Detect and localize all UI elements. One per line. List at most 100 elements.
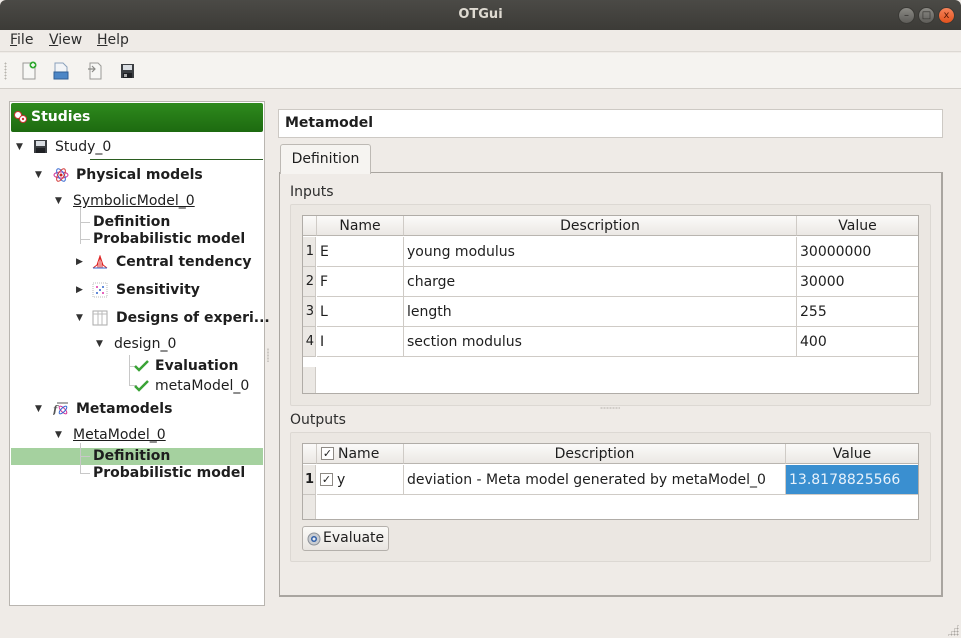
output-checkbox[interactable]: ✓ xyxy=(320,472,333,486)
menu-view[interactable]: View xyxy=(49,32,82,48)
new-document-icon xyxy=(22,61,37,80)
expand-arrow-icon[interactable]: ▼ xyxy=(16,137,23,157)
inputs-empty-rowhdr xyxy=(303,367,316,393)
section-splitter-handle[interactable] xyxy=(600,407,620,409)
outputs-col-name-label: Name xyxy=(338,446,380,462)
expand-arrow-icon[interactable]: ▼ xyxy=(55,425,62,445)
metamodel-icon: f xyxy=(53,402,68,416)
input-description-cell[interactable]: charge xyxy=(404,267,797,297)
panel-splitter-handle[interactable] xyxy=(267,348,269,362)
tree-line xyxy=(80,473,90,474)
output-name-cell[interactable]: ✓ y xyxy=(317,465,404,495)
study-label: Study_0 xyxy=(55,139,112,155)
studies-icon xyxy=(14,111,27,123)
input-name-cell[interactable]: F xyxy=(317,267,404,297)
inputs-col-description[interactable]: Description xyxy=(404,216,797,236)
import-document-icon xyxy=(88,62,102,80)
evaluation-label: Evaluation xyxy=(155,358,239,374)
row-index: 2 xyxy=(303,267,316,297)
close-button[interactable]: x xyxy=(938,7,955,24)
expand-arrow-icon[interactable]: ▼ xyxy=(35,165,42,185)
study-separator xyxy=(90,159,263,160)
expand-arrow-icon[interactable]: ▼ xyxy=(55,191,62,211)
minimize-button[interactable]: – xyxy=(898,7,915,24)
metamodels-label: Metamodels xyxy=(76,401,173,417)
output-value-cell[interactable]: 13.8178825566 xyxy=(786,465,918,495)
inputs-col-value[interactable]: Value xyxy=(797,216,918,236)
tree-item-symbolic-probabilistic[interactable]: Probabilistic model xyxy=(93,229,245,249)
open-study-button[interactable] xyxy=(49,59,73,83)
inputs-col-name[interactable]: Name xyxy=(317,216,404,236)
outputs-col-description[interactable]: Description xyxy=(404,444,786,464)
expand-arrow-icon[interactable]: ▼ xyxy=(76,308,83,328)
studies-header-label: Studies xyxy=(31,109,91,125)
row-index: 3 xyxy=(303,297,316,327)
menu-file-label: ile xyxy=(17,32,34,48)
outputs-corner-header xyxy=(303,444,317,464)
save-icon xyxy=(121,64,134,78)
import-python-button[interactable] xyxy=(83,59,107,83)
tab-definition[interactable]: Definition xyxy=(280,144,371,174)
maximize-button[interactable]: □ xyxy=(918,7,935,24)
tree-line xyxy=(80,222,90,223)
menu-help[interactable]: Help xyxy=(97,32,129,48)
outputs-empty-rowhdr xyxy=(303,495,316,519)
symbolic-probabilistic-label: Probabilistic model xyxy=(93,231,246,247)
input-name-cell[interactable]: L xyxy=(317,297,404,327)
outputs-table: ✓ Name Description Value 1 ✓ y deviation -… xyxy=(302,443,919,520)
metamodel-probabilistic-label: Probabilistic model xyxy=(93,465,246,481)
metamodel-definition-label: Definition xyxy=(93,448,171,464)
input-description-cell[interactable]: section modulus xyxy=(404,327,797,357)
save-study-button[interactable] xyxy=(115,59,139,83)
symbolic-definition-label: Definition xyxy=(93,214,171,230)
tree-item-metamodel-probabilistic[interactable]: Probabilistic model xyxy=(93,463,245,483)
expand-arrow-icon[interactable]: ▼ xyxy=(96,334,103,354)
input-value-cell[interactable]: 255 xyxy=(797,297,918,327)
row-index: 4 xyxy=(303,327,316,357)
output-name: y xyxy=(337,472,346,488)
checkmark-icon xyxy=(134,380,149,392)
svg-text:f: f xyxy=(53,405,59,416)
sensitivity-label: Sensitivity xyxy=(116,282,200,298)
window-title: OTGui xyxy=(458,7,503,22)
inputs-label: Inputs xyxy=(290,184,334,200)
inputs-table: Name Description Value 1 E young modulus… xyxy=(302,215,919,394)
input-value-cell[interactable]: 30000 xyxy=(797,267,918,297)
input-value-cell[interactable]: 400 xyxy=(797,327,918,357)
tree-line xyxy=(80,443,81,473)
menu-file-mnemonic: F xyxy=(10,32,18,48)
distribution-icon xyxy=(92,255,108,269)
outputs-col-name[interactable]: ✓ Name xyxy=(317,444,404,464)
save-icon xyxy=(34,140,47,153)
close-icon: x xyxy=(943,10,950,21)
toolbar-grip[interactable] xyxy=(4,62,7,80)
table-icon xyxy=(92,310,108,326)
outputs-col-value[interactable]: Value xyxy=(786,444,918,464)
collapse-arrow-icon[interactable]: ▶ xyxy=(76,280,83,300)
studies-tree-panel: Studies ▼ Study_0 ▼ Physical models ▼ Sy… xyxy=(9,101,270,606)
row-index: 1 xyxy=(303,237,316,267)
design0-label: design_0 xyxy=(114,336,177,352)
input-value-cell[interactable]: 30000000 xyxy=(797,237,918,267)
new-study-button[interactable] xyxy=(17,59,41,83)
metamodel0-analysis-label: metaModel_0 xyxy=(155,378,250,394)
central-tendency-label: Central tendency xyxy=(116,254,252,270)
minimize-icon: – xyxy=(904,10,909,21)
collapse-arrow-icon[interactable]: ▶ xyxy=(76,252,83,272)
expand-arrow-icon[interactable]: ▼ xyxy=(35,399,42,419)
input-name-cell[interactable]: I xyxy=(317,327,404,357)
atom-icon xyxy=(53,168,69,182)
input-description-cell[interactable]: length xyxy=(404,297,797,327)
menu-view-mnemonic: V xyxy=(49,32,59,48)
evaluate-button[interactable]: Evaluate xyxy=(302,526,389,551)
menubar: File View Help xyxy=(0,30,961,52)
designs-label: Designs of experi... xyxy=(116,310,270,326)
input-name-cell[interactable]: E xyxy=(317,237,404,267)
output-description-cell[interactable]: deviation - Meta model generated by meta… xyxy=(404,465,786,495)
window-resize-grip[interactable] xyxy=(947,624,959,636)
select-all-checkbox[interactable]: ✓ xyxy=(321,446,334,460)
row-index: 1 xyxy=(303,465,316,495)
symbolic-model-label: SymbolicModel_0 xyxy=(73,193,195,209)
menu-file[interactable]: File xyxy=(10,32,33,48)
input-description-cell[interactable]: young modulus xyxy=(404,237,797,267)
